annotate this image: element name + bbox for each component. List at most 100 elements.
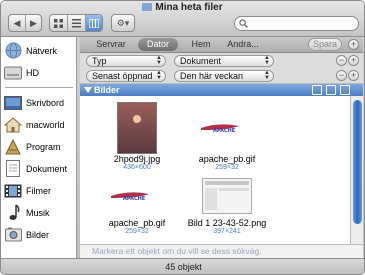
popup-value: Dokument [180,56,222,66]
file-name: apache_pb.gif [198,154,256,164]
toolbar: Mina heta filer ◀ ▶ ⚙▾ [1,1,364,37]
finder-window: Mina heta filer ◀ ▶ ⚙▾ Nätverk HD Skrivb… [0,0,365,275]
add-criteria-button[interactable]: + [348,70,359,81]
remove-criteria-button[interactable]: − [336,70,347,81]
sidebar-item-label: Musik [26,207,50,218]
file-item[interactable]: APACHE apache_pb.gif 259×32 [92,174,182,235]
tab-home[interactable]: Hem [186,38,216,51]
sidebar: Nätverk HD Skrivbord macworld Program Do… [1,37,77,258]
sidebar-item-label: Program [26,141,61,152]
criteria-row: Typ ▲ ▼ Dokument ▲ ▼ − + [80,53,363,69]
search-field[interactable] [234,16,359,31]
sidebar-item-home[interactable]: macworld [4,114,65,135]
icon-view-button[interactable] [50,15,67,31]
pictures-icon [4,226,22,244]
remove-criteria-button[interactable]: − [336,55,347,66]
sidebar-item-hd[interactable]: HD [4,62,39,83]
popup-value: Typ [92,56,107,66]
sidebar-item-desktop[interactable]: Skrivbord [4,92,64,113]
svg-text:APACHE: APACHE [123,196,146,202]
criteria-attribute-popup[interactable]: Typ ▲ ▼ [86,55,166,67]
sidebar-item-label: Skrivbord [26,97,65,108]
slideshow-icon[interactable] [312,85,322,95]
group-title: Bilder [94,85,120,95]
sidebar-item-music[interactable]: Musik [4,202,50,223]
save-button[interactable]: Spara [308,38,342,51]
tab-others[interactable]: Andra... [222,38,264,51]
list-view-icon [71,18,81,27]
window-title: Mina heta filer [1,2,364,13]
desktop-icon [4,94,22,112]
applications-icon [4,138,22,156]
sidebar-item-applications[interactable]: Program [4,136,61,157]
icon-view-icon [54,18,64,28]
view-mode-control [49,14,103,32]
criteria-value-popup[interactable]: Den här veckan ▲ ▼ [174,70,274,82]
vertical-scrollbar[interactable] [350,96,363,244]
sidebar-item-movies[interactable]: Filmer [4,180,51,201]
popup-arrows-icon: ▲ ▼ [264,55,270,66]
svg-text:APACHE: APACHE [213,128,236,134]
documents-icon [4,160,22,178]
file-item[interactable]: APACHE apache_pb.gif 259×32 [182,102,272,171]
list-view-icon[interactable] [326,85,336,95]
file-item[interactable]: 2hpod9j.jpg 436×600 [92,102,182,171]
smart-folder-icon [142,3,153,11]
window-title-text: Mina heta filer [155,2,223,13]
file-grid: 2hpod9j.jpg 436×600 APACHE apache_pb.gif… [80,96,350,244]
file-name: 2hpod9j.jpg [113,154,161,164]
sidebar-item-label: Filmer [26,185,51,196]
back-arrow-icon: ◀ [13,17,21,28]
add-criteria-button[interactable]: + [348,55,359,66]
screenshot-thumbnail [202,178,252,214]
file-dimensions: 397×241 [213,228,241,235]
criteria-attribute-popup[interactable]: Senast öppnad ▲ ▼ [86,70,166,82]
file-dimensions: 436×600 [123,164,151,171]
sidebar-item-label: HD [26,67,39,78]
add-criteria-button[interactable]: + [348,39,359,50]
list-view-button[interactable] [67,15,84,31]
gear-icon: ⚙▾ [116,17,130,28]
popup-value: Den här veckan [180,71,244,81]
main-content: Servrar Dator Hem Andra... Spara + Typ ▲… [80,37,363,258]
path-bar: Markera ett objekt om du vill se dess sö… [80,244,363,258]
icon-view-icon[interactable] [340,85,350,95]
search-icon [239,19,248,28]
sidebar-item-network[interactable]: Nätverk [4,40,57,61]
movies-icon [4,182,22,200]
popup-arrows-icon: ▲ ▼ [156,55,162,66]
action-menu-button[interactable]: ⚙▾ [111,14,135,32]
sidebar-item-pictures[interactable]: Bilder [4,224,49,245]
column-view-button[interactable] [84,15,102,31]
back-forward-control: ◀ ▶ [8,14,42,32]
group-header[interactable]: Bilder [80,84,363,96]
network-globe-icon [4,42,22,60]
forward-button[interactable]: ▶ [24,15,41,31]
music-icon [4,204,22,222]
tab-computer[interactable]: Dator [138,38,178,51]
hard-drive-icon [4,64,22,82]
scroll-thumb[interactable] [353,100,362,224]
sidebar-item-label: macworld [26,119,65,130]
criteria-row: Senast öppnad ▲ ▼ Den här veckan ▲ ▼ − + [80,68,363,84]
popup-arrows-icon: ▲ ▼ [264,70,270,81]
disclosure-triangle-icon [84,87,92,93]
file-name: apache_pb.gif [108,218,166,228]
status-bar: 45 objekt [1,258,364,274]
back-button[interactable]: ◀ [9,15,25,31]
file-item[interactable]: Bild 1 23-43-52.png 397×241 [182,174,272,235]
item-count: 45 objekt [165,262,202,272]
apache-feather-thumbnail: APACHE [199,102,255,154]
file-name: Bild 1 23-43-52.png [187,218,267,228]
criteria-value-popup[interactable]: Dokument ▲ ▼ [174,55,274,67]
tab-servers[interactable]: Servrar [92,38,130,51]
sidebar-item-documents[interactable]: Dokument [4,158,67,179]
search-scope-bar: Servrar Dator Hem Andra... Spara + [80,37,363,53]
forward-arrow-icon: ▶ [30,17,37,28]
sidebar-item-label: Dokument [26,163,68,174]
popup-arrows-icon: ▲ ▼ [156,70,162,81]
apache-feather-thumbnail: APACHE [109,174,165,218]
sidebar-item-label: Bilder [26,229,50,240]
home-icon [4,116,22,134]
sidebar-item-label: Nätverk [26,45,58,56]
